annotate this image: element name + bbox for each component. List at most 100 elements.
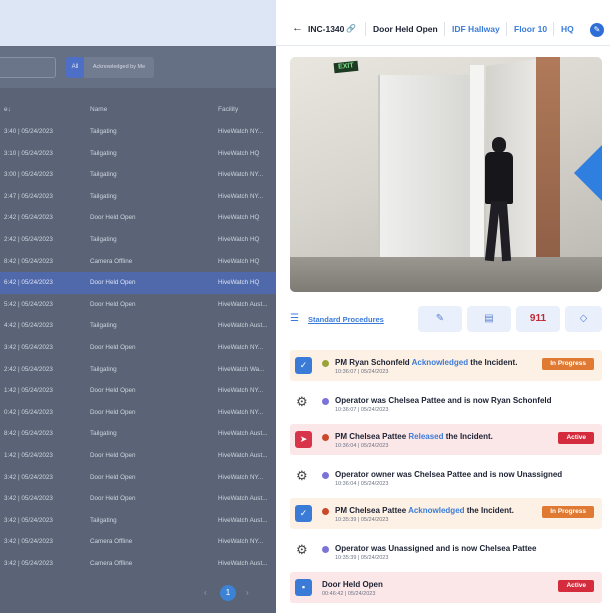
table-row[interactable]: 3:42 | 05/24/2023 Door Held Open HiveWatch… [0, 467, 276, 489]
cell-time: 1:42 | 05/24/2023 [4, 387, 53, 395]
cell-time: 3:42 | 05/24/2023 [4, 559, 53, 567]
standard-procedures-link[interactable]: Standard Procedures [308, 315, 384, 324]
procedure-bar: ☰ Standard Procedures ✎ ▤ 911 ◇ [290, 306, 602, 332]
location-link[interactable]: IDF Hallway [452, 24, 500, 34]
status-badge: Active [558, 432, 594, 444]
cell-name: Tailgating [90, 149, 117, 157]
message-button[interactable]: ▤ [467, 306, 511, 332]
cell-name: Tailgating [90, 365, 117, 373]
cell-name: Camera Offline [90, 257, 133, 265]
cell-name: Door Held Open [90, 279, 136, 287]
edit-icon[interactable]: ✎ [590, 23, 604, 37]
link-icon[interactable]: 🔗 [346, 24, 356, 33]
table-row[interactable]: 3:10 | 05/24/2023 Tailgating HiveWatch HQ [0, 143, 276, 165]
status-badge: In Progress [542, 358, 594, 370]
table-row[interactable]: 8:42 | 05/24/2023 Tailgating HiveWatch Aus… [0, 423, 276, 445]
gear-icon: ⚙ [296, 394, 308, 409]
next-page-button[interactable]: › [246, 588, 249, 597]
column-time[interactable]: e↓ [4, 106, 11, 113]
cell-time: 6:42 | 05/24/2023 [4, 279, 53, 287]
divider [506, 22, 507, 36]
column-name[interactable]: Name [90, 106, 107, 113]
action-rest: the Incident. [464, 506, 514, 515]
divider [553, 22, 554, 36]
cell-time: 3:42 | 05/24/2023 [4, 473, 53, 481]
incident-detail-panel: ← INC-1340 🔗 Door Held Open IDF Hallway … [276, 0, 610, 613]
entry-time: 10:35:39 | 05/24/2023 [335, 517, 389, 523]
scene-door [378, 75, 470, 275]
note-button[interactable]: ✎ [418, 306, 462, 332]
cell-facility: HiveWatch Aust... [218, 451, 268, 459]
filter-all-chip[interactable]: All [66, 57, 84, 78]
play-arrow-icon[interactable] [574, 143, 602, 203]
entry-time: 10:36:04 | 05/24/2023 [335, 481, 389, 487]
incident-id: INC-1340 [308, 24, 345, 34]
cell-name: Tailgating [90, 128, 117, 135]
table-row[interactable]: 2:42 | 05/24/2023 Tailgating HiveWatch HQ [0, 229, 276, 251]
cell-name: Door Held Open [90, 343, 136, 351]
table-row[interactable]: 2:42 | 05/24/2023 Tailgating HiveWatch Wa.… [0, 359, 276, 381]
table-row[interactable]: 8:42 | 05/24/2023 Camera Offline HiveWatch… [0, 251, 276, 273]
cell-time: 3:42 | 05/24/2023 [4, 516, 53, 524]
entry-time: 10:36:07 | 05/24/2023 [335, 369, 389, 375]
cell-name: Door Held Open [90, 214, 136, 222]
table-row[interactable]: 3:40 | 05/24/2023 Tailgating HiveWatch NY.… [0, 121, 276, 143]
prev-page-button[interactable]: ‹ [204, 588, 207, 597]
table-row[interactable]: 0:42 | 05/24/2023 Door Held Open HiveWatch… [0, 402, 276, 424]
cell-time: 3:40 | 05/24/2023 [4, 128, 53, 135]
avatar [322, 360, 329, 367]
column-facility[interactable]: Facility [218, 106, 238, 113]
cell-name: Tailgating [90, 235, 117, 243]
cell-name: Tailgating [90, 516, 117, 524]
site-link[interactable]: HQ [561, 24, 574, 34]
cell-facility: HiveWatch NY... [218, 473, 264, 481]
cell-facility: HiveWatch Aust... [218, 559, 268, 567]
cell-time: 2:42 | 05/24/2023 [4, 365, 53, 373]
avatar [322, 508, 329, 515]
table-row[interactable]: 3:42 | 05/24/2023 Tailgating HiveWatch Aus… [0, 510, 276, 532]
cell-time: 5:42 | 05/24/2023 [4, 300, 53, 308]
camera-feed[interactable]: EXIT [290, 57, 602, 292]
table-row[interactable]: 3:42 | 05/24/2023 Camera Offline HiveWatch… [0, 531, 276, 553]
cell-facility: HiveWatch Aust... [218, 516, 268, 524]
incident-header: ← INC-1340 🔗 Door Held Open IDF Hallway … [276, 0, 610, 46]
call-911-button[interactable]: 911 [516, 306, 560, 332]
current-page[interactable]: 1 [220, 585, 236, 601]
table-row[interactable]: 2:47 | 05/24/2023 Tailgating HiveWatch NY.… [0, 186, 276, 208]
cell-name: Tailgating [90, 322, 117, 330]
table-row[interactable]: 3:42 | 05/24/2023 Door Held Open HiveWatch… [0, 337, 276, 359]
actor-name: PM Ryan Schonfeld [335, 358, 410, 367]
table-row[interactable]: 6:42 | 05/24/2023 Door Held Open HiveWatch… [0, 272, 276, 294]
table-row[interactable]: 3:42 | 05/24/2023 Door Held Open HiveWatch… [0, 488, 276, 510]
action-word: Acknowledged [408, 506, 465, 515]
timeline-entry: ⚙ Operator was Unassigned and is now Chel… [290, 536, 602, 566]
entry-time: 10:35:39 | 05/24/2023 [335, 555, 389, 561]
table-row[interactable]: 1:42 | 05/24/2023 Door Held Open HiveWatch… [0, 445, 276, 467]
back-arrow-icon[interactable]: ← [292, 22, 303, 34]
search-input[interactable] [0, 57, 56, 78]
floor-link[interactable]: Floor 10 [514, 24, 547, 34]
entry-title: Operator owner was Chelsea Pattee and is… [335, 470, 563, 479]
cell-time: 1:42 | 05/24/2023 [4, 451, 53, 459]
cell-facility: HiveWatch Wa... [218, 365, 265, 373]
shield-button[interactable]: ◇ [565, 306, 602, 332]
entry-title: PM Ryan Schonfeld Acknowledged the Incid… [335, 358, 517, 367]
table-row[interactable]: 4:42 | 05/24/2023 Tailgating HiveWatch Aus… [0, 315, 276, 337]
cell-name: Door Held Open [90, 387, 136, 395]
gear-icon: ⚙ [296, 468, 308, 483]
table-row[interactable]: 3:00 | 05/24/2023 Tailgating HiveWatch NY.… [0, 164, 276, 186]
timeline-entry: ✓ PM Ryan Schonfeld Acknowledged the Inci… [290, 350, 602, 381]
cell-time: 2:47 | 05/24/2023 [4, 192, 53, 200]
status-badge: In Progress [542, 506, 594, 518]
table-row[interactable]: 1:42 | 05/24/2023 Door Held Open HiveWatch… [0, 380, 276, 402]
cell-facility: HiveWatch Aust... [218, 430, 268, 438]
cell-facility: HiveWatch HQ [218, 149, 260, 157]
cell-time: 8:42 | 05/24/2023 [4, 257, 53, 265]
table-row[interactable]: 5:42 | 05/24/2023 Door Held Open HiveWatch… [0, 294, 276, 316]
entry-title: Operator was Unassigned and is now Chels… [335, 544, 537, 553]
cell-facility: HiveWatch NY... [218, 171, 264, 179]
table-row[interactable]: 3:42 | 05/24/2023 Camera Offline HiveWatch… [0, 553, 276, 575]
cell-facility: HiveWatch NY... [218, 387, 264, 395]
filter-acknowledged-chip[interactable]: Acknowledged by Me [84, 57, 154, 78]
table-row[interactable]: 2:42 | 05/24/2023 Door Held Open HiveWatch… [0, 207, 276, 229]
